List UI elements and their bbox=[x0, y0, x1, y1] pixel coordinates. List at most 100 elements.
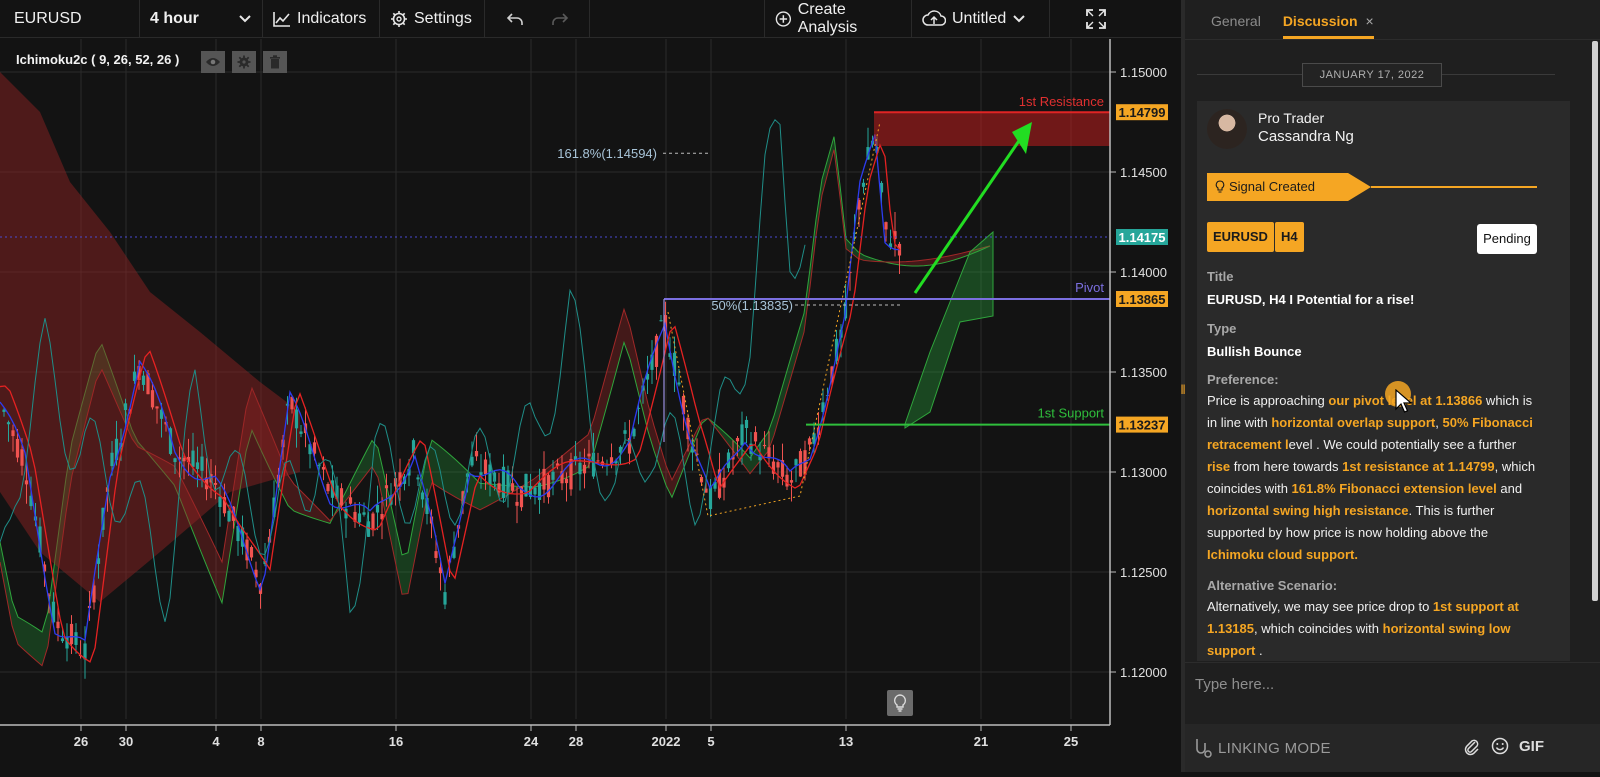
candle-body bbox=[249, 547, 254, 558]
candle-body bbox=[371, 513, 375, 531]
message-input[interactable] bbox=[1195, 671, 1575, 697]
trash-icon[interactable] bbox=[263, 51, 287, 73]
author-name[interactable]: Cassandra Ng bbox=[1258, 128, 1354, 145]
highlighted-phrase: 161.8% Fibonacci extension level bbox=[1291, 481, 1497, 496]
candle-body bbox=[357, 513, 362, 523]
cloud-segment bbox=[486, 483, 492, 507]
candle-body bbox=[735, 437, 740, 442]
time-tick-label: 13 bbox=[839, 734, 853, 749]
candle-body bbox=[708, 486, 713, 510]
text-run: Alternatively, we may see price drop to bbox=[1207, 599, 1433, 614]
gear-icon[interactable] bbox=[232, 51, 256, 73]
cloud-segment bbox=[600, 374, 606, 431]
candle-body bbox=[420, 492, 425, 500]
analysis-post-card: Pro Trader Cassandra Ng Signal Created E… bbox=[1197, 101, 1570, 661]
candle-body bbox=[587, 453, 591, 457]
candle-body bbox=[677, 382, 681, 385]
ichimoku-cloud bbox=[0, 72, 994, 667]
candle-body bbox=[362, 512, 366, 515]
candle-body bbox=[537, 482, 542, 500]
indicators-button[interactable]: Indicators bbox=[263, 0, 380, 38]
candle-body bbox=[60, 638, 65, 642]
tab-discussion[interactable]: Discussion × bbox=[1282, 13, 1374, 39]
candle-body bbox=[294, 409, 299, 429]
cloud-segment bbox=[30, 624, 36, 661]
fib-extension-label: 161.8%(1.14594) bbox=[557, 146, 657, 161]
gif-button[interactable]: GIF bbox=[1519, 738, 1544, 755]
discussion-feed[interactable]: JANUARY 17, 2022 Pro Trader Cassandra Ng… bbox=[1185, 41, 1585, 661]
interval-chip[interactable]: H4 bbox=[1275, 222, 1304, 252]
cloud-segment bbox=[456, 460, 462, 501]
top-toolbar: EURUSD 4 hour Indicators Settings Create… bbox=[0, 0, 1181, 38]
redo-icon[interactable] bbox=[551, 12, 569, 26]
candle-body bbox=[884, 222, 888, 230]
pivot-price-badge: 1.13865 bbox=[1119, 292, 1166, 307]
candle-body bbox=[546, 475, 551, 498]
current-price-badge: 1.14175 bbox=[1119, 230, 1166, 245]
paperclip-icon[interactable] bbox=[1464, 738, 1480, 756]
candle-body bbox=[564, 478, 569, 484]
fullscreen-button[interactable] bbox=[1050, 0, 1142, 38]
interval-label: 4 hour bbox=[150, 9, 199, 27]
mouse-pointer-icon bbox=[1395, 389, 1413, 413]
text-run: . bbox=[1255, 643, 1263, 658]
linking-mode-toggle[interactable]: LINKING MODE bbox=[1218, 740, 1331, 757]
status-badge: Pending bbox=[1477, 224, 1537, 254]
cloud-segment bbox=[432, 440, 438, 487]
emoji-icon[interactable] bbox=[1491, 737, 1509, 755]
candle-body bbox=[767, 447, 771, 459]
candle-body bbox=[753, 432, 758, 442]
price-tick-label: 1.15000 bbox=[1120, 65, 1167, 80]
panel-footer: LINKING MODE GIF bbox=[1185, 724, 1600, 772]
layout-selector[interactable]: Untitled bbox=[912, 0, 1050, 38]
candle-body bbox=[533, 487, 537, 495]
text-run: from here towards bbox=[1230, 459, 1343, 474]
highlighted-phrase: Ichimoku cloud support. bbox=[1207, 547, 1358, 562]
time-tick-label: 2022 bbox=[652, 734, 681, 749]
text-run: evel . We could potentially see a furthe… bbox=[1288, 437, 1517, 452]
author-role: Pro Trader bbox=[1258, 110, 1325, 126]
price-tick-label: 1.14500 bbox=[1120, 165, 1167, 180]
cloud-segment bbox=[408, 521, 414, 594]
support-label: 1st Support bbox=[1038, 406, 1105, 421]
candle-body bbox=[488, 464, 492, 485]
time-tick-label: 24 bbox=[524, 734, 539, 749]
symbol-chip[interactable]: EURUSD bbox=[1207, 222, 1274, 252]
symbol-selector[interactable]: EURUSD bbox=[0, 0, 140, 38]
cloud-segment bbox=[792, 333, 798, 374]
eye-icon[interactable] bbox=[201, 51, 225, 73]
avatar[interactable] bbox=[1207, 109, 1247, 149]
candle-body bbox=[807, 438, 812, 445]
candle-body bbox=[542, 468, 546, 490]
close-icon[interactable]: × bbox=[1366, 13, 1374, 29]
cloud-segment bbox=[222, 523, 228, 603]
create-analysis-label: Create Analysis bbox=[797, 0, 858, 36]
time-tick-label: 25 bbox=[1064, 734, 1078, 749]
candle-body bbox=[416, 477, 420, 480]
candle-body bbox=[375, 504, 380, 513]
cloud-upload-icon bbox=[922, 9, 946, 26]
fib-retracement-label: 50%(1.13835) bbox=[711, 298, 793, 313]
feed-scrollbar-thumb[interactable] bbox=[1592, 41, 1598, 601]
panel-tabs: General Discussion × bbox=[1185, 0, 1600, 40]
time-tick-label: 28 bbox=[569, 734, 583, 749]
interval-selector[interactable]: 4 hour bbox=[140, 0, 263, 38]
candle-body bbox=[785, 474, 789, 487]
line-chart-icon bbox=[273, 11, 290, 27]
cloud-segment bbox=[12, 600, 18, 645]
tab-general[interactable]: General bbox=[1211, 13, 1261, 39]
cloud-segment bbox=[414, 490, 420, 564]
link-icon[interactable] bbox=[1193, 737, 1213, 759]
undo-icon[interactable] bbox=[506, 12, 524, 26]
chart-canvas[interactable]: 1st Resistance Pivot 1st Support 161.8%(1.1… bbox=[0, 39, 1181, 772]
cloud-segment bbox=[654, 425, 660, 469]
candle-body bbox=[578, 462, 582, 475]
cloud-segment bbox=[444, 449, 450, 494]
settings-button[interactable]: Settings bbox=[380, 0, 485, 38]
lightbulb-icon[interactable] bbox=[887, 690, 913, 716]
cloud-segment bbox=[612, 330, 618, 388]
candle-body bbox=[173, 458, 177, 463]
create-analysis-button[interactable]: Create Analysis bbox=[764, 0, 912, 38]
time-tick-label: 8 bbox=[257, 734, 264, 749]
price-chart[interactable]: 1st Resistance Pivot 1st Support 161.8%(1.1… bbox=[0, 39, 1181, 772]
